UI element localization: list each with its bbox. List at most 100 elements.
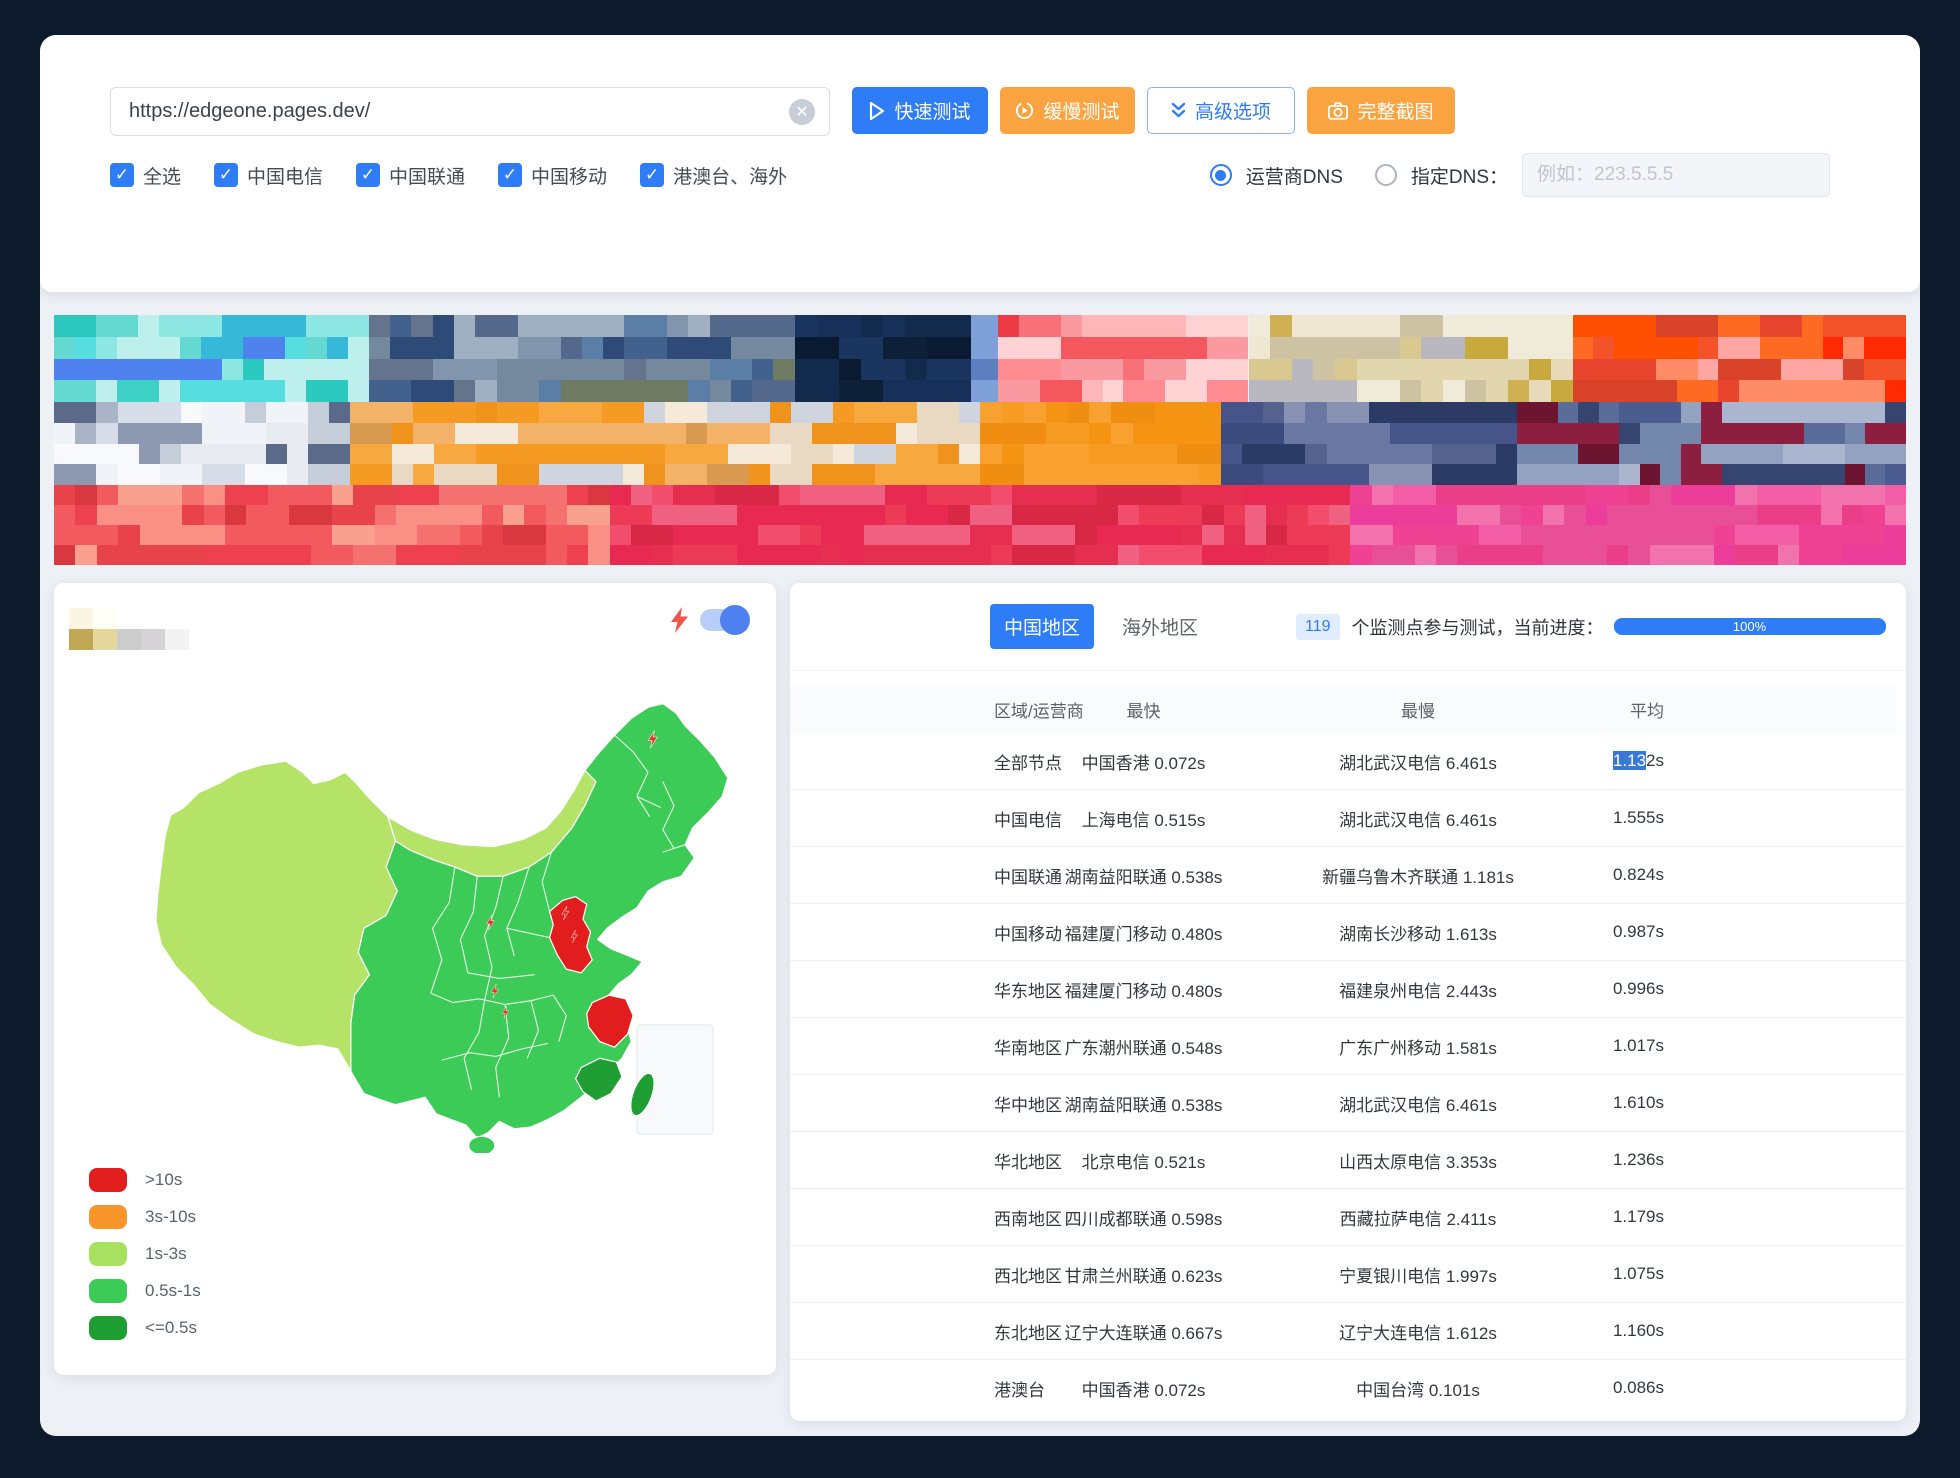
region-cell: 中国移动 bbox=[790, 920, 1022, 945]
table-row: 西南地区四川成都联通 0.598s西藏拉萨电信 2.411s1.179s bbox=[790, 1189, 1906, 1246]
header-slowest: 最慢 bbox=[1265, 697, 1571, 722]
china-map[interactable] bbox=[64, 633, 764, 1153]
slowest-cell: 山西太原电信 3.353s bbox=[1265, 1148, 1571, 1173]
legend-item: 3s-10s bbox=[89, 1204, 201, 1230]
region-cell: 华东地区 bbox=[790, 977, 1022, 1002]
fastest-cell: 北京电信 0.521s bbox=[1022, 1148, 1265, 1173]
url-input[interactable] bbox=[111, 100, 789, 123]
slowest-cell: 新疆乌鲁木齐联通 1.181s bbox=[1265, 863, 1571, 888]
slowest-cell: 中国台湾 0.101s bbox=[1265, 1376, 1571, 1401]
clear-url-icon[interactable]: ✕ bbox=[789, 99, 815, 125]
custom-dns-input[interactable] bbox=[1522, 153, 1830, 197]
tab-overseas-region[interactable]: 海外地区 bbox=[1108, 604, 1212, 649]
legend-item: 0.5s-1s bbox=[89, 1278, 201, 1304]
checkbox-check-icon: ✓ bbox=[356, 163, 380, 187]
average-cell: 0.824s bbox=[1571, 865, 1678, 885]
legend-swatch bbox=[89, 1242, 127, 1266]
banner-segment bbox=[1573, 315, 1906, 402]
average-cell: 1.236s bbox=[1571, 1150, 1678, 1170]
table-row: 港澳台中国香港 0.072s中国台湾 0.101s0.086s bbox=[790, 1360, 1906, 1416]
carrier-dns-radio[interactable] bbox=[1210, 164, 1232, 186]
fastest-cell: 中国香港 0.072s bbox=[1022, 749, 1265, 774]
slowest-cell: 广东广州移动 1.581s bbox=[1265, 1034, 1571, 1059]
fastest-cell: 中国香港 0.072s bbox=[1022, 1376, 1265, 1401]
monitor-count-badge: 119 bbox=[1296, 614, 1340, 640]
table-body: 全部节点中国香港 0.072s湖北武汉电信 6.461s1.132s中国电信上海… bbox=[790, 733, 1906, 1416]
carrier-checkbox[interactable]: ✓ 中国联通 bbox=[356, 162, 465, 189]
header-region: 区域/运营商 bbox=[790, 697, 1022, 722]
legend-item: >10s bbox=[89, 1167, 201, 1193]
checkbox-check-icon: ✓ bbox=[214, 163, 238, 187]
banner-row bbox=[54, 315, 1906, 402]
region-cell: 华南地区 bbox=[790, 1034, 1022, 1059]
region-cell: 东北地区 bbox=[790, 1319, 1022, 1344]
slow-test-button[interactable]: 缓慢测试 bbox=[1000, 87, 1135, 134]
legend-label: 1s-3s bbox=[145, 1244, 187, 1264]
table-row: 中国联通湖南益阳联通 0.538s新疆乌鲁木齐联通 1.181s0.824s bbox=[790, 847, 1906, 904]
region-cell: 全部节点 bbox=[790, 749, 1022, 774]
slowest-cell: 湖南长沙移动 1.613s bbox=[1265, 920, 1571, 945]
legend-label: 3s-10s bbox=[145, 1207, 196, 1227]
legend-label: >10s bbox=[145, 1170, 182, 1190]
map-lightning-toggle[interactable] bbox=[700, 609, 748, 631]
region-cell: 西南地区 bbox=[790, 1205, 1022, 1230]
banner-segment bbox=[350, 402, 980, 485]
carrier-checkbox[interactable]: ✓全选 bbox=[110, 162, 181, 189]
app-window: ✕ 快速测试 缓慢测试 高级选项 完整截图 ✓全选 ✓中国电信 bbox=[40, 35, 1920, 1436]
carrier-checkbox[interactable]: ✓中国电信 bbox=[214, 162, 323, 189]
checkbox-label: 中国联通 bbox=[389, 162, 465, 189]
fastest-cell: 广东潮州联通 0.548s bbox=[1022, 1034, 1265, 1059]
banner-segment bbox=[369, 315, 795, 402]
region-cell: 华中地区 bbox=[790, 1091, 1022, 1116]
advanced-options-label: 高级选项 bbox=[1195, 97, 1271, 124]
play-icon bbox=[869, 102, 885, 120]
full-screenshot-button[interactable]: 完整截图 bbox=[1307, 87, 1455, 134]
slowest-cell: 西藏拉萨电信 2.411s bbox=[1265, 1205, 1571, 1230]
slowest-cell: 福建泉州电信 2.443s bbox=[1265, 977, 1571, 1002]
fastest-cell: 福建厦门移动 0.480s bbox=[1022, 977, 1265, 1002]
dns-options: 运营商DNS 指定DNS： bbox=[1210, 153, 1830, 197]
legend-swatch bbox=[89, 1205, 127, 1229]
advanced-options-button[interactable]: 高级选项 bbox=[1147, 87, 1295, 134]
table-row: 中国电信上海电信 0.515s湖北武汉电信 6.461s1.555s bbox=[790, 790, 1906, 847]
legend-swatch bbox=[89, 1316, 127, 1340]
legend-swatch bbox=[89, 1168, 127, 1192]
checkbox-label: 中国移动 bbox=[531, 162, 607, 189]
average-cell: 1.610s bbox=[1571, 1093, 1678, 1113]
average-cell: 0.987s bbox=[1571, 922, 1678, 942]
fastest-cell: 甘肃兰州联通 0.623s bbox=[1022, 1262, 1265, 1287]
carrier-checkbox[interactable]: ✓ 中国移动 bbox=[498, 162, 607, 189]
average-cell: 1.179s bbox=[1571, 1207, 1678, 1227]
tab-china-region[interactable]: 中国地区 bbox=[990, 604, 1094, 649]
average-cell: 1.160s bbox=[1571, 1321, 1678, 1341]
checkbox-check-icon: ✓ bbox=[640, 163, 664, 187]
results-header: 中国地区 海外地区 119 个监测点参与测试，当前进度： 100% bbox=[790, 583, 1906, 671]
results-card: 中国地区 海外地区 119 个监测点参与测试，当前进度： 100% 区域/运营商… bbox=[790, 583, 1906, 1421]
table-row: 华北地区北京电信 0.521s山西太原电信 3.353s1.236s bbox=[790, 1132, 1906, 1189]
region-cell: 西北地区 bbox=[790, 1262, 1022, 1287]
toggle-knob bbox=[720, 605, 750, 635]
table-row: 华中地区湖南益阳联通 0.538s湖北武汉电信 6.461s1.610s bbox=[790, 1075, 1906, 1132]
custom-dns-radio[interactable] bbox=[1375, 164, 1397, 186]
banner-segment bbox=[998, 315, 1248, 402]
checkbox-check-icon: ✓ bbox=[498, 163, 522, 187]
camera-icon bbox=[1328, 102, 1348, 120]
map-legend: >10s3s-10s1s-3s0.5s-1s<=0.5s bbox=[89, 1167, 201, 1352]
full-screenshot-label: 完整截图 bbox=[1357, 97, 1433, 124]
table-row: 华南地区广东潮州联通 0.548s广东广州移动 1.581s1.017s bbox=[790, 1018, 1906, 1075]
banner-segment bbox=[54, 485, 610, 565]
slowest-cell: 湖北武汉电信 6.461s bbox=[1265, 749, 1571, 774]
table-header-row: 区域/运营商 最快 最慢 平均 bbox=[790, 685, 1896, 733]
url-input-wrap: ✕ bbox=[110, 87, 830, 136]
banner-row bbox=[54, 485, 1906, 565]
banner-segment bbox=[1221, 402, 1517, 485]
fastest-cell: 福建厦门移动 0.480s bbox=[1022, 920, 1265, 945]
quick-test-button[interactable]: 快速测试 bbox=[852, 87, 988, 134]
quick-test-label: 快速测试 bbox=[894, 97, 970, 124]
fastest-cell: 湖南益阳联通 0.538s bbox=[1022, 863, 1265, 888]
table-row: 西北地区甘肃兰州联通 0.623s宁夏银川电信 1.997s1.075s bbox=[790, 1246, 1906, 1303]
slowest-cell: 湖北武汉电信 6.461s bbox=[1265, 1091, 1571, 1116]
carrier-checkbox[interactable]: ✓港澳台、海外 bbox=[640, 162, 787, 189]
table-row: 华东地区福建厦门移动 0.480s福建泉州电信 2.443s0.996s bbox=[790, 961, 1906, 1018]
slowest-cell: 湖北武汉电信 6.461s bbox=[1265, 806, 1571, 831]
